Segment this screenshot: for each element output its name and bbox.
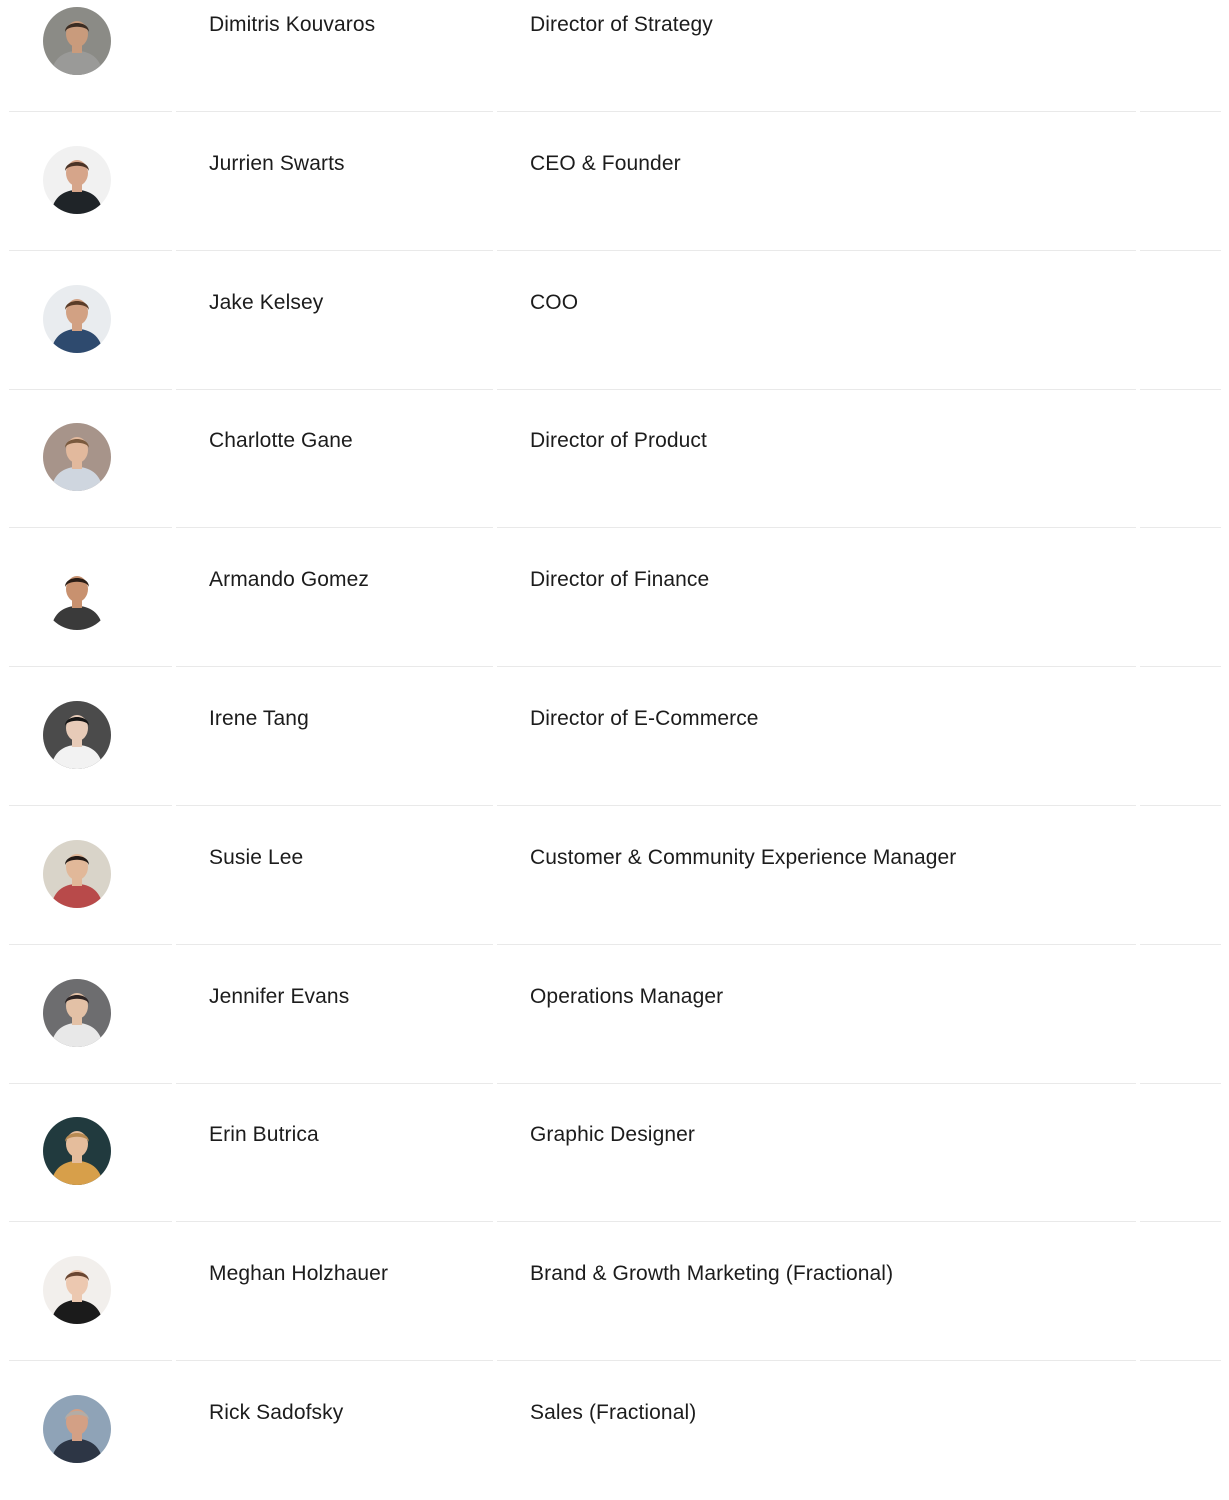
member-role: Director of Strategy (530, 13, 713, 36)
member-name: Irene Tang (209, 707, 309, 730)
member-name: Jennifer Evans (209, 985, 350, 1008)
member-name: Susie Lee (209, 846, 304, 869)
team-member-row: Dimitris Kouvaros Director of Strategy (0, 0, 1229, 112)
team-member-row: Erin Butrica Graphic Designer (0, 1083, 1229, 1222)
avatar-person-photo-avatar (43, 423, 111, 491)
member-role: Brand & Growth Marketing (Fractional) (530, 1262, 894, 1285)
member-role: Customer & Community Experience Manager (530, 846, 957, 869)
avatar-person-photo-avatar (43, 840, 111, 908)
team-member-row: Armando Gomez Director of Finance (0, 528, 1229, 667)
team-member-row: Jurrien Swarts CEO & Founder (0, 112, 1229, 251)
avatar-person-photo-avatar (43, 562, 111, 630)
team-member-row: Jennifer Evans Operations Manager (0, 945, 1229, 1084)
member-role: CEO & Founder (530, 152, 681, 175)
team-member-row: Meghan Holzhauer Brand & Growth Marketin… (0, 1222, 1229, 1361)
avatar-person-photo-avatar (43, 7, 111, 75)
avatar-person-photo-avatar (43, 1117, 111, 1185)
avatar-person-photo-avatar (43, 1395, 111, 1463)
member-name: Meghan Holzhauer (209, 1262, 389, 1285)
team-member-row: Rick Sadofsky Sales (Fractional) (0, 1361, 1229, 1500)
member-role: Director of Finance (530, 568, 710, 591)
member-name: Charlotte Gane (209, 429, 353, 452)
member-role: COO (530, 291, 579, 314)
member-name: Rick Sadofsky (209, 1401, 344, 1424)
member-role: Director of E-Commerce (530, 707, 759, 730)
team-member-row: Susie Lee Customer & Community Experienc… (0, 806, 1229, 945)
team-member-row: Jake Kelsey COO (0, 251, 1229, 390)
member-role: Sales (Fractional) (530, 1401, 697, 1424)
avatar-person-photo-avatar (43, 701, 111, 769)
member-role: Graphic Designer (530, 1123, 696, 1146)
member-name: Jurrien Swarts (209, 152, 345, 175)
member-role: Director of Product (530, 429, 707, 452)
member-name: Erin Butrica (209, 1123, 319, 1146)
avatar-person-photo-avatar (43, 285, 111, 353)
avatar-person-photo-avatar (43, 146, 111, 214)
avatar-person-photo-avatar (43, 979, 111, 1047)
team-member-row: Charlotte Gane Director of Product (0, 389, 1229, 528)
avatar-person-photo-avatar (43, 1256, 111, 1324)
member-name: Armando Gomez (209, 568, 370, 591)
member-name: Jake Kelsey (209, 291, 324, 314)
team-member-row: Irene Tang Director of E-Commerce (0, 667, 1229, 806)
member-role: Operations Manager (530, 985, 724, 1008)
member-name: Dimitris Kouvaros (209, 13, 376, 36)
